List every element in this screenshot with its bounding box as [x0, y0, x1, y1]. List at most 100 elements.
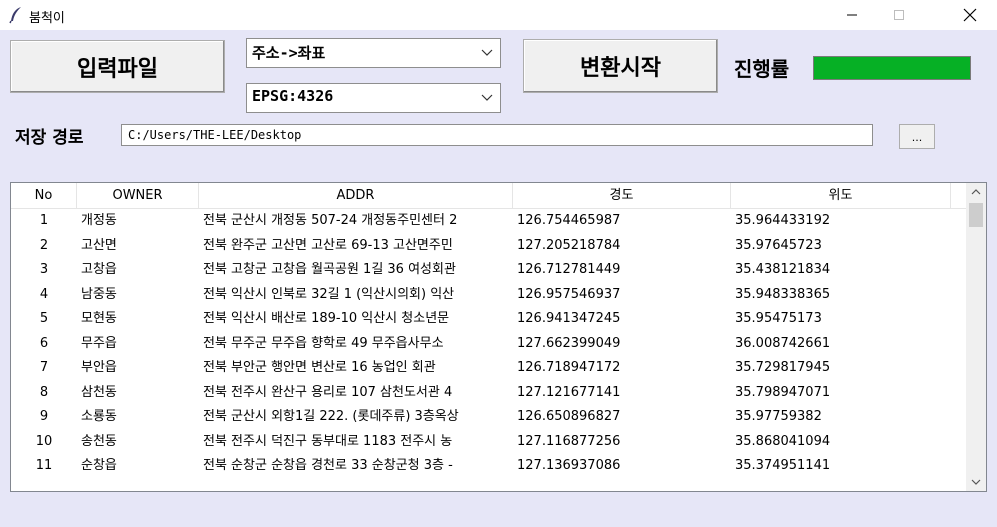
save-path-label: 저장 경로	[15, 128, 84, 148]
cell-addr: 전북 완주군 고산면 고산로 69-13 고산면주민	[203, 237, 453, 253]
cell-longitude: 126.712781449	[517, 262, 621, 277]
column-header-owner[interactable]: OWNER	[77, 183, 199, 208]
cell-no: 5	[39, 311, 49, 326]
cell-owner: 삼천동	[81, 384, 117, 400]
cell-addr: 전북 부안군 행안면 변산로 16 농업인 회관	[203, 360, 436, 375]
column-header-no[interactable]: No	[11, 183, 77, 208]
progress-fill	[814, 57, 970, 79]
minimize-button[interactable]	[829, 0, 875, 30]
cell-addr: 전북 전주시 완산구 용리로 107 삼천도서관 4	[203, 384, 453, 400]
cell-owner: 고창읍	[81, 262, 117, 277]
chevron-down-icon	[481, 49, 493, 56]
cell-latitude: 35.729817945	[735, 360, 831, 375]
cell-longitude: 126.754465987	[517, 213, 621, 228]
epsg-select-value: EPSG:4326	[252, 87, 334, 105]
cell-no: 3	[39, 262, 49, 277]
window-title: 붐척이	[29, 11, 65, 26]
cell-longitude: 127.121677141	[517, 384, 621, 400]
feather-icon	[9, 7, 21, 24]
cell-no: 10	[35, 433, 53, 449]
title-bar: 붐척이	[0, 0, 997, 30]
cell-latitude: 35.964433192	[735, 213, 831, 228]
cell-latitude: 35.97759382	[735, 409, 822, 424]
cell-owner: 순창읍	[81, 458, 117, 473]
cell-latitude: 35.95475173	[735, 311, 822, 326]
cell-no: 6	[39, 335, 49, 351]
cell-addr: 전북 군산시 개정동 507-24 개정동주민센터 2	[203, 213, 458, 228]
progress-label: 진행률	[734, 57, 790, 81]
scroll-down-button[interactable]	[966, 473, 986, 491]
column-header-longitude[interactable]: 경도	[513, 183, 731, 208]
scroll-up-button[interactable]	[966, 183, 986, 201]
input-file-button[interactable]: 입력파일	[10, 40, 225, 93]
vertical-scrollbar[interactable]	[966, 183, 986, 491]
cell-addr: 전북 익산시 인북로 32길 1 (익산시의회) 익산	[203, 286, 455, 302]
cell-addr: 전북 순창군 순창읍 경천로 33 순창군청 3층 -	[203, 458, 453, 473]
cell-addr: 전북 무주군 무주읍 향학로 49 무주읍사무소	[203, 335, 444, 351]
cell-owner: 부안읍	[81, 360, 117, 375]
cell-longitude: 126.650896827	[517, 409, 621, 424]
cell-latitude: 35.798947071	[735, 384, 831, 400]
cell-longitude: 126.957546937	[517, 286, 621, 302]
table-row[interactable]: 3 고창읍 전북 고창군 고창읍 월곡공원 1길 36 여성회관 126.712781…	[11, 258, 966, 282]
table-row[interactable]: 9 소룡동 전북 군산시 외항1길 222. (롯데주류) 3층옥상 126.6508…	[11, 405, 966, 429]
column-header-latitude[interactable]: 위도	[731, 183, 951, 208]
table-row[interactable]: 10 송천동 전북 전주시 덕진구 동부대로 1183 전주시 농 127.11687…	[11, 430, 966, 454]
maximize-button[interactable]	[876, 0, 922, 30]
epsg-select[interactable]: EPSG:4326	[246, 83, 501, 113]
cell-owner: 소룡동	[81, 409, 117, 424]
cell-latitude: 35.97645723	[735, 237, 822, 253]
table-row[interactable]: 1 개정동 전북 군산시 개정동 507-24 개정동주민센터 2 126.75446…	[11, 209, 966, 233]
cell-addr: 전북 전주시 덕진구 동부대로 1183 전주시 농	[203, 433, 453, 449]
cell-owner: 고산면	[81, 237, 117, 253]
results-table: No OWNER ADDR 경도 위도 1 개정동 전북 군산시 개정동 507-2…	[10, 182, 987, 492]
cell-longitude: 126.941347245	[517, 311, 621, 326]
cell-latitude: 35.374951141	[735, 458, 831, 473]
table-row[interactable]: 4 남중동 전북 익산시 인북로 32길 1 (익산시의회) 익산 126.95754…	[11, 283, 966, 307]
progress-bar	[813, 56, 971, 80]
cell-no: 2	[39, 237, 49, 253]
cell-addr: 전북 군산시 외항1길 222. (롯데주류) 3층옥상	[203, 409, 459, 424]
start-conversion-button[interactable]: 변환시작	[523, 39, 718, 93]
minimize-icon	[847, 14, 857, 16]
save-path-field[interactable]: C:/Users/THE-LEE/Desktop	[121, 124, 873, 146]
cell-latitude: 35.868041094	[735, 433, 831, 449]
cell-no: 7	[39, 360, 49, 375]
cell-longitude: 127.136937086	[517, 458, 621, 473]
cell-longitude: 127.116877256	[517, 433, 621, 449]
table-row[interactable]: 2 고산면 전북 완주군 고산면 고산로 69-13 고산면주민 127.205218…	[11, 234, 966, 258]
cell-longitude: 126.718947172	[517, 360, 621, 375]
cell-latitude: 36.008742661	[735, 335, 831, 351]
cell-no: 9	[39, 409, 49, 424]
cell-no: 1	[39, 213, 49, 228]
cell-longitude: 127.205218784	[517, 237, 621, 253]
cell-no: 8	[39, 384, 49, 400]
table-header: No OWNER ADDR 경도 위도	[11, 183, 966, 209]
chevron-down-icon	[481, 94, 493, 101]
cell-owner: 무주읍	[81, 335, 117, 351]
cell-no: 11	[35, 458, 53, 473]
mode-select-value: 주소->좌표	[252, 44, 326, 62]
table-row[interactable]: 7 부안읍 전북 부안군 행안면 변산로 16 농업인 회관 126.71894717…	[11, 356, 966, 380]
chevron-down-icon	[971, 479, 981, 485]
browse-button[interactable]: ...	[899, 124, 935, 149]
cell-addr: 전북 고창군 고창읍 월곡공원 1길 36 여성회관	[203, 262, 456, 277]
chevron-up-icon	[971, 189, 981, 195]
close-button[interactable]	[947, 0, 993, 30]
cell-longitude: 127.662399049	[517, 335, 621, 351]
column-header-addr[interactable]: ADDR	[199, 183, 513, 208]
cell-owner: 개정동	[81, 213, 117, 228]
cell-owner: 남중동	[81, 286, 117, 302]
cell-latitude: 35.948338365	[735, 286, 831, 302]
table-row[interactable]: 8 삼천동 전북 전주시 완산구 용리로 107 삼천도서관 4 127.121677…	[11, 381, 966, 405]
table-row[interactable]: 5 모현동 전북 익산시 배산로 189-10 익산시 청소년문 126.941347…	[11, 307, 966, 331]
maximize-icon	[894, 10, 904, 20]
table-row[interactable]: 6 무주읍 전북 무주군 무주읍 향학로 49 무주읍사무소 127.66239904…	[11, 332, 966, 356]
scroll-thumb[interactable]	[969, 203, 983, 227]
mode-select[interactable]: 주소->좌표	[246, 38, 501, 68]
cell-owner: 모현동	[81, 311, 117, 326]
cell-no: 4	[39, 286, 49, 302]
close-icon	[963, 8, 977, 22]
table-row[interactable]: 11 순창읍 전북 순창군 순창읍 경천로 33 순창군청 3층 - 127.1369…	[11, 454, 966, 478]
cell-owner: 송천동	[81, 433, 117, 449]
